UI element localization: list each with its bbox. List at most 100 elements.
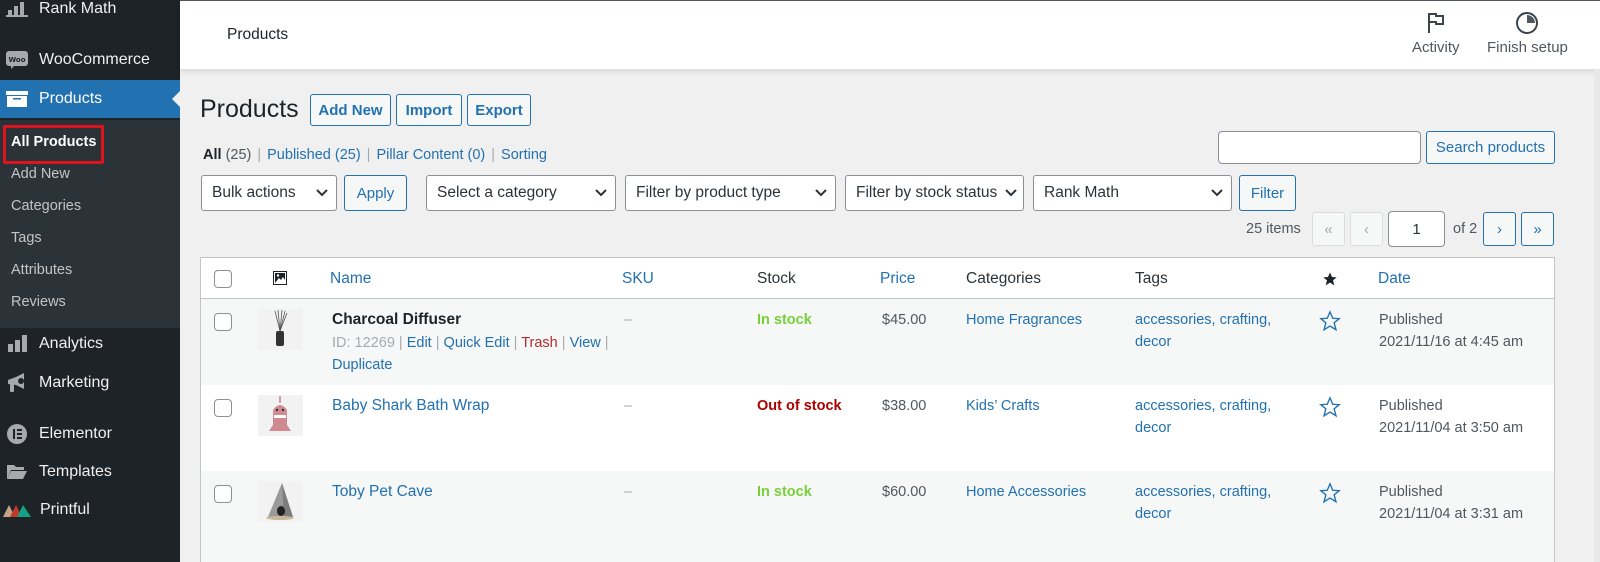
current-page-input[interactable]: 1 bbox=[1388, 211, 1445, 247]
stock-status-select[interactable]: Filter by stock status bbox=[845, 175, 1024, 211]
next-page-button[interactable]: › bbox=[1483, 212, 1516, 246]
column-date[interactable]: Date bbox=[1378, 270, 1411, 288]
row-checkbox[interactable] bbox=[214, 485, 232, 503]
column-tags: Tags bbox=[1135, 270, 1168, 287]
star-outline-icon[interactable] bbox=[1319, 482, 1341, 504]
product-name[interactable]: Toby Pet Cave bbox=[332, 481, 433, 503]
first-page-button[interactable]: « bbox=[1312, 212, 1345, 246]
bar-chart-icon bbox=[6, 333, 28, 355]
sidebar-item-analytics[interactable]: Analytics bbox=[0, 325, 180, 363]
tags-links[interactable]: accessories, crafting, decor bbox=[1135, 481, 1271, 525]
submenu-reviews[interactable]: Reviews bbox=[11, 294, 66, 310]
submenu-add-new[interactable]: Add New bbox=[11, 166, 70, 182]
edit-link[interactable]: Edit bbox=[407, 335, 432, 351]
category-link[interactable]: Home Fragrances bbox=[966, 309, 1082, 331]
sidebar-item-products[interactable]: Products bbox=[0, 80, 180, 118]
product-thumbnail[interactable] bbox=[258, 309, 303, 350]
category-link[interactable]: Home Accessories bbox=[966, 481, 1086, 503]
products-box-icon bbox=[6, 88, 28, 110]
sidebar-item-label: Analytics bbox=[39, 335, 104, 352]
submenu-attributes[interactable]: Attributes bbox=[11, 262, 72, 278]
sidebar-item-marketing[interactable]: Marketing bbox=[0, 364, 180, 402]
view-pillar-content[interactable]: Pillar Content (0) bbox=[376, 147, 485, 163]
sidebar-item-rank-math[interactable]: Rank Math bbox=[0, 0, 180, 28]
product-name[interactable]: Baby Shark Bath Wrap bbox=[332, 395, 489, 417]
rank-math-icon bbox=[6, 0, 28, 20]
sku-value: – bbox=[624, 484, 633, 500]
sidebar-item-label: Products bbox=[39, 90, 103, 107]
date-value: Published 2021/11/16 at 4:45 am bbox=[1379, 312, 1524, 350]
chevron-down-icon bbox=[815, 189, 827, 197]
price-value: $45.00 bbox=[882, 312, 927, 328]
import-button[interactable]: Import bbox=[396, 94, 462, 126]
stock-status: Out of stock bbox=[757, 398, 842, 414]
row-checkbox[interactable] bbox=[214, 313, 232, 331]
table-row: Baby Shark Bath Wrap – Out of stock $38.… bbox=[201, 385, 1554, 471]
activity-button[interactable]: Activity bbox=[1412, 11, 1460, 56]
woocommerce-icon: Woo bbox=[6, 49, 28, 71]
view-all-count: (25) bbox=[225, 147, 252, 163]
sidebar-item-printful[interactable]: Printful bbox=[0, 491, 180, 529]
finish-setup-button[interactable]: Finish setup bbox=[1487, 11, 1568, 56]
stock-status: In stock bbox=[757, 484, 812, 500]
prev-page-button[interactable]: ‹ bbox=[1350, 212, 1383, 246]
products-table: Name SKU Stock Price Categories Tags Dat… bbox=[200, 257, 1555, 562]
tags-links[interactable]: accessories, crafting, decor bbox=[1135, 395, 1271, 439]
add-new-button[interactable]: Add New bbox=[310, 94, 391, 126]
submenu-categories[interactable]: Categories bbox=[11, 198, 81, 214]
flag-icon bbox=[1427, 13, 1444, 33]
view-sorting[interactable]: Sorting bbox=[501, 147, 547, 163]
sku-value: – bbox=[624, 398, 633, 414]
category-select[interactable]: Select a category bbox=[426, 175, 616, 211]
duplicate-link[interactable]: Duplicate bbox=[332, 357, 392, 373]
category-link[interactable]: Kids’ Crafts bbox=[966, 395, 1040, 417]
view-published[interactable]: Published (25) bbox=[267, 147, 361, 163]
column-name[interactable]: Name bbox=[330, 270, 371, 288]
trash-link[interactable]: Trash bbox=[521, 335, 558, 351]
product-thumbnail[interactable] bbox=[258, 395, 303, 436]
active-indicator bbox=[172, 91, 180, 107]
featured-star-icon[interactable] bbox=[1322, 271, 1338, 287]
product-name[interactable]: Charcoal Diffuser bbox=[332, 309, 461, 331]
select-all-checkbox[interactable] bbox=[214, 270, 232, 288]
export-button[interactable]: Export bbox=[467, 94, 531, 126]
sidebar-item-templates[interactable]: Templates bbox=[0, 453, 180, 491]
table-row: Charcoal Diffuser ID: 12269 | Edit | Qui… bbox=[201, 299, 1554, 385]
activity-label: Activity bbox=[1412, 39, 1460, 56]
column-price[interactable]: Price bbox=[880, 270, 915, 288]
row-actions: ID: 12269 | Edit | Quick Edit | Trash | … bbox=[332, 335, 609, 373]
scrollbar[interactable] bbox=[1594, 69, 1600, 562]
price-value: $60.00 bbox=[882, 484, 927, 500]
apply-button[interactable]: Apply bbox=[344, 175, 407, 211]
product-thumbnail[interactable] bbox=[258, 481, 303, 522]
date-value: Published 2021/11/04 at 3:50 am bbox=[1379, 398, 1524, 436]
quick-edit-link[interactable]: Quick Edit bbox=[444, 335, 510, 351]
rank-math-select[interactable]: Rank Math bbox=[1033, 175, 1232, 211]
items-count: 25 items bbox=[1246, 221, 1301, 237]
sidebar-item-label: Templates bbox=[39, 463, 112, 480]
view-all[interactable]: All bbox=[203, 147, 222, 163]
filter-button[interactable]: Filter bbox=[1239, 175, 1296, 211]
star-outline-icon[interactable] bbox=[1319, 396, 1341, 418]
page-title: Products bbox=[200, 95, 299, 123]
sidebar-item-woocommerce[interactable]: Woo WooCommerce bbox=[0, 41, 180, 79]
chevron-down-icon bbox=[595, 189, 607, 197]
search-products-button[interactable]: Search products bbox=[1426, 131, 1555, 164]
bulk-actions-select[interactable]: Bulk actions bbox=[201, 175, 337, 211]
stock-status: In stock bbox=[757, 312, 812, 328]
search-input[interactable] bbox=[1218, 131, 1421, 164]
view-link[interactable]: View bbox=[570, 335, 601, 351]
image-column-icon bbox=[273, 271, 287, 285]
column-sku[interactable]: SKU bbox=[622, 270, 654, 288]
submenu-tags[interactable]: Tags bbox=[11, 230, 42, 246]
star-outline-icon[interactable] bbox=[1319, 310, 1341, 332]
header-title: Products bbox=[227, 26, 289, 43]
sidebar-item-elementor[interactable]: Elementor bbox=[0, 415, 180, 453]
elementor-icon bbox=[6, 423, 28, 445]
tags-links[interactable]: accessories, crafting, decor bbox=[1135, 309, 1271, 353]
row-checkbox[interactable] bbox=[214, 399, 232, 417]
product-type-select[interactable]: Filter by product type bbox=[625, 175, 836, 211]
last-page-button[interactable]: » bbox=[1521, 212, 1554, 246]
sidebar-item-label: Printful bbox=[40, 501, 90, 518]
highlight-annotation bbox=[3, 125, 104, 164]
